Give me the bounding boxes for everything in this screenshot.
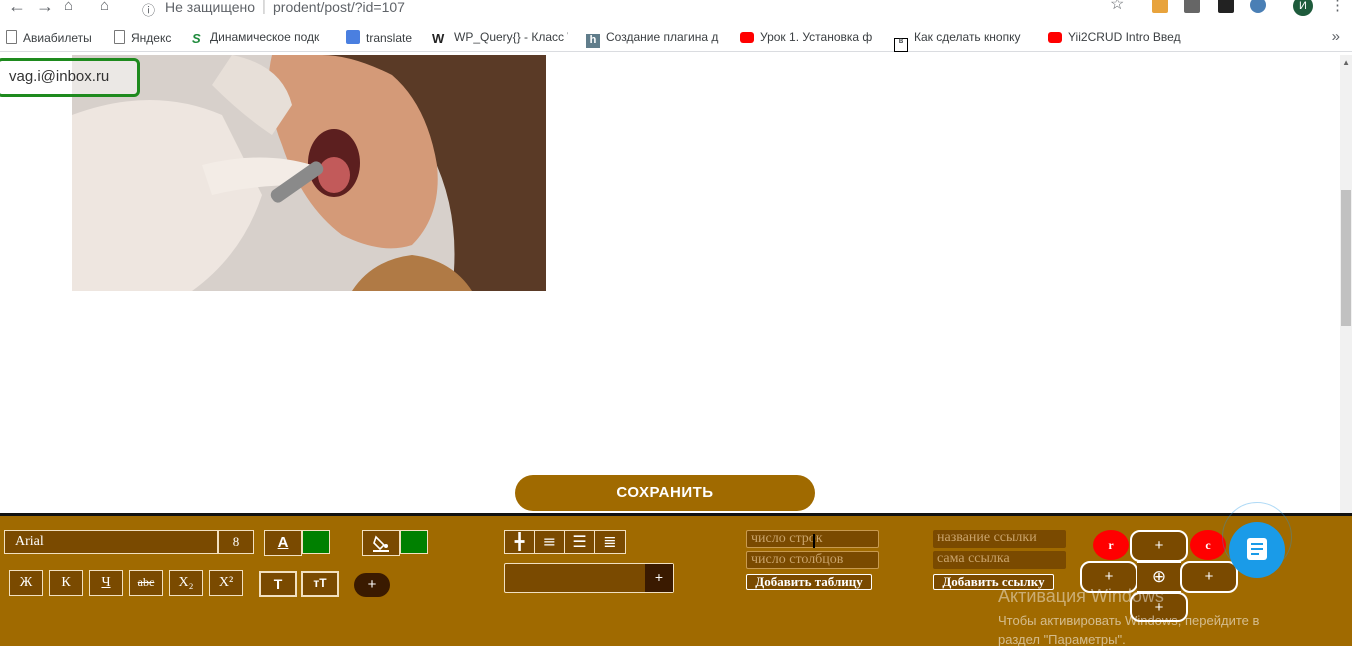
- text-color-swatch[interactable]: [302, 530, 330, 554]
- bookmark-item[interactable]: Урок 1. Установка ф: [740, 30, 878, 44]
- bold-button[interactable]: Ж: [9, 570, 43, 596]
- windows-activation-line: раздел "Параметры".: [998, 632, 1126, 647]
- link-name-input[interactable]: название ссылки: [933, 530, 1066, 548]
- align-center-icon[interactable]: ≡: [535, 531, 565, 553]
- info-icon[interactable]: ⓘ: [142, 0, 155, 19]
- url-separator: |: [262, 0, 266, 15]
- translate-icon: [346, 30, 360, 44]
- bookmark-label: Урок 1. Установка ф: [760, 30, 873, 44]
- text-cursor: [813, 534, 815, 548]
- table-cols-input[interactable]: число столбцов: [746, 551, 879, 569]
- link-url-input[interactable]: сама ссылка: [933, 551, 1066, 569]
- windows-activation-title: Активация Windows: [998, 586, 1164, 606]
- habr-icon: h: [586, 34, 600, 48]
- pad-right-button[interactable]: +: [1180, 561, 1238, 593]
- bookmark-item[interactable]: Авиабилеты: [6, 30, 106, 45]
- strikethrough-button[interactable]: abc: [129, 570, 163, 596]
- scroll-up-icon[interactable]: ▲: [1342, 58, 1350, 67]
- security-label[interactable]: Не защищено: [165, 0, 255, 15]
- page-icon: [6, 30, 17, 44]
- bookmark-item[interactable]: Yii2CRUD Intro Введ: [1048, 30, 1186, 44]
- align-plus-icon[interactable]: ╋: [505, 531, 535, 553]
- extension-icon-4[interactable]: [1250, 0, 1266, 13]
- windows-activation-text: Чтобы активировать Windows, перейдите в …: [998, 611, 1259, 649]
- font-size-input[interactable]: 8: [218, 530, 254, 554]
- add-button[interactable]: +: [354, 573, 390, 597]
- bookmark-item[interactable]: Яндекс: [114, 30, 182, 45]
- align-right-icon[interactable]: ≣: [595, 531, 625, 553]
- scrollbar-thumb[interactable]: [1341, 190, 1351, 326]
- paint-bucket-icon: [373, 535, 389, 552]
- save-button[interactable]: СОХРАНИТЬ: [515, 475, 815, 511]
- bookmark-label: Создание плагина д: [606, 30, 719, 44]
- star-icon[interactable]: ☆: [1110, 0, 1124, 13]
- document-icon: [1247, 538, 1267, 560]
- text-color-button[interactable]: A: [264, 530, 302, 556]
- windows-activation-line: Чтобы активировать Windows, перейдите в: [998, 613, 1260, 628]
- extension-icon-1[interactable]: [1152, 0, 1168, 13]
- youtube-icon: [1048, 32, 1062, 43]
- bookmark-item[interactable]: W WP_Query{} - Класс \: [432, 30, 568, 45]
- home-icon[interactable]: ⌂: [100, 0, 109, 14]
- r-button[interactable]: r: [1093, 530, 1129, 560]
- underline-button[interactable]: Ч: [89, 570, 123, 596]
- pad-up-button[interactable]: +: [1130, 530, 1188, 562]
- text-resize-button[interactable]: тT: [301, 571, 339, 597]
- subscript-button[interactable]: X₂: [169, 570, 203, 596]
- avatar[interactable]: И: [1293, 0, 1313, 16]
- youtube-icon: [740, 32, 754, 43]
- align-group: ╋ ≡ ☰ ≣: [504, 530, 626, 554]
- bookmark-label: Яндекс: [131, 31, 172, 45]
- bookmarks-bar: Авиабилеты Яндекс S Динамическое подк tra…: [0, 24, 1352, 52]
- text-size-button[interactable]: T: [259, 571, 297, 597]
- email-badge: vag.i@inbox.ru: [0, 58, 140, 97]
- page-scrollbar[interactable]: ▲: [1340, 55, 1352, 515]
- add-table-button[interactable]: Добавить таблицу: [746, 574, 872, 590]
- extension-icon-3[interactable]: [1218, 0, 1234, 13]
- post-image: [72, 55, 546, 291]
- bookmark-label: WP_Query{} - Класс \: [454, 30, 568, 44]
- italic-button[interactable]: К: [49, 570, 83, 596]
- page-icon: [114, 30, 125, 44]
- insert-add-button[interactable]: +: [645, 564, 673, 592]
- forward-icon[interactable]: →: [36, 0, 54, 15]
- fill-color-button[interactable]: [362, 530, 400, 556]
- c-button[interactable]: c: [1190, 530, 1226, 560]
- align-left-icon[interactable]: ☰: [565, 531, 595, 553]
- editor-toolbar: Arial 8 A Ж К Ч abc X₂ X² T тT + ╋ ≡ ☰ ≣…: [0, 502, 1352, 649]
- bookmark-label: Динамическое подк: [210, 30, 320, 44]
- chat-button[interactable]: [1229, 522, 1285, 578]
- bookmark-label: Авиабилеты: [23, 31, 92, 45]
- reload-icon[interactable]: ⌂: [64, 0, 73, 14]
- page-content: vag.i@inbox.ru ▲ СОХРАНИТЬ Arial 8 A Ж К…: [0, 55, 1352, 649]
- htmlbook-icon: B: [894, 38, 908, 52]
- bookmark-item[interactable]: translate: [346, 30, 422, 45]
- font-family-input[interactable]: Arial: [4, 530, 218, 554]
- bookmark-label: translate: [366, 31, 413, 45]
- bookmark-item[interactable]: S Динамическое подк: [192, 30, 330, 45]
- extension-icon-2[interactable]: [1184, 0, 1200, 13]
- address-input[interactable]: prodent/post/?id=107: [273, 0, 405, 15]
- wp-icon: W: [432, 31, 445, 45]
- dentist-photo: [72, 55, 546, 291]
- superscript-button[interactable]: X²: [209, 570, 243, 596]
- browser-toolbar: ← → ⌂ ⌂ ⓘ Не защищено | prodent/post/?id…: [0, 0, 1352, 22]
- back-icon[interactable]: ←: [8, 0, 26, 15]
- bookmark-item[interactable]: B Как сделать кнопку: [894, 30, 1028, 52]
- menu-icon[interactable]: ⋮: [1330, 0, 1345, 14]
- bookmarks-more-button[interactable]: »: [1332, 28, 1340, 45]
- bookmark-label: Yii2CRUD Intro Введ: [1068, 30, 1181, 44]
- bookmark-item[interactable]: h Создание плагина д: [586, 30, 724, 48]
- insert-input[interactable]: +: [504, 563, 674, 593]
- fill-color-swatch[interactable]: [400, 530, 428, 554]
- bookmark-label: Как сделать кнопку: [914, 30, 1021, 44]
- s-logo-icon: S: [192, 31, 201, 45]
